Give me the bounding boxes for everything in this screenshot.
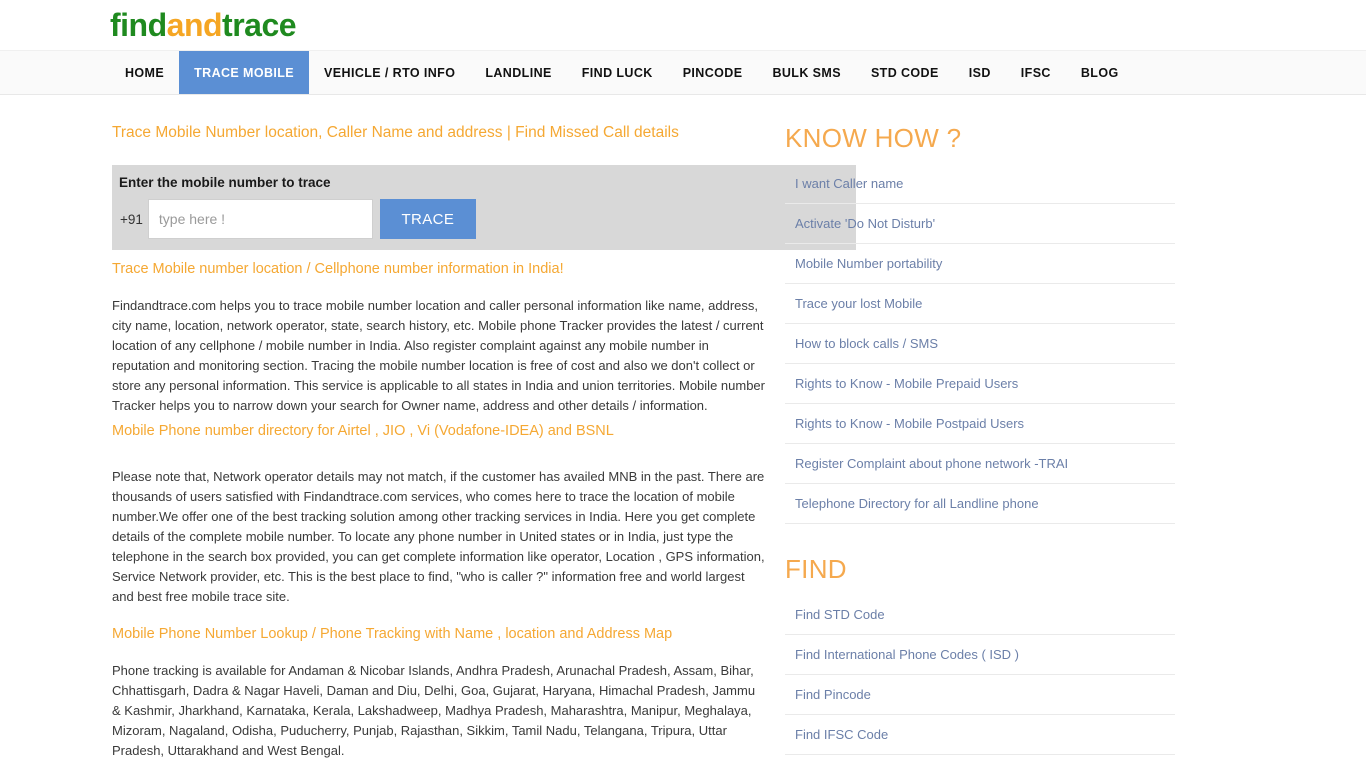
nav-item-vehicle-rto-info[interactable]: VEHICLE / RTO INFO [309, 51, 470, 94]
sidebar-link-number-portability[interactable]: Mobile Number portability [785, 244, 1175, 283]
section-heading-3: Mobile Phone Number Lookup / Phone Track… [112, 626, 673, 643]
site-logo[interactable]: findandtrace [110, 7, 297, 44]
page-title: Trace Mobile Number location, Caller Nam… [112, 124, 679, 141]
nav-item-bulk-sms[interactable]: BULK SMS [757, 51, 855, 94]
logo-part-and: and [166, 7, 223, 43]
trace-form-row: +91 TRACE [112, 199, 856, 250]
list-item: Activate 'Do Not Disturb' [785, 204, 1175, 244]
sidebar-link-find-isd-codes[interactable]: Find International Phone Codes ( ISD ) [785, 635, 1175, 674]
logo-part-trace: trace [222, 7, 297, 43]
logo-part-find: find [110, 7, 167, 43]
sidebar-link-find-std-code[interactable]: Find STD Code [785, 595, 1175, 634]
list-item: Register Complaint about phone network -… [785, 444, 1175, 484]
trace-button[interactable]: TRACE [379, 199, 476, 240]
nav-item-blog[interactable]: BLOG [1066, 51, 1134, 94]
country-code-label: +91 [120, 211, 143, 227]
nav-item-home[interactable]: HOME [110, 51, 179, 94]
sidebar-find-list: Find STD Code Find International Phone C… [785, 595, 1175, 755]
trace-form: Enter the mobile number to trace +91 TRA… [112, 165, 856, 251]
nav-item-isd[interactable]: ISD [954, 51, 1006, 94]
nav-item-std-code[interactable]: STD CODE [856, 51, 954, 94]
sidebar-find-title: FIND [785, 554, 847, 584]
sidebar-link-block-calls-sms[interactable]: How to block calls / SMS [785, 324, 1175, 363]
list-item: Mobile Number portability [785, 244, 1175, 284]
section-paragraph-3: Phone tracking is available for Andaman … [112, 662, 756, 758]
list-item: How to block calls / SMS [785, 324, 1175, 364]
list-item: Find IFSC Code [785, 715, 1175, 755]
sidebar-link-find-ifsc-code[interactable]: Find IFSC Code [785, 715, 1175, 754]
list-item: Rights to Know - Mobile Prepaid Users [785, 364, 1175, 404]
sidebar-link-do-not-disturb[interactable]: Activate 'Do Not Disturb' [785, 204, 1175, 243]
list-item: I want Caller name [785, 164, 1175, 204]
nav-item-pincode[interactable]: PINCODE [668, 51, 758, 94]
main-content: Trace Mobile Number location, Caller Nam… [0, 123, 856, 768]
nav-item-ifsc[interactable]: IFSC [1006, 51, 1066, 94]
section-paragraph-2: Please note that, Network operator detai… [112, 469, 765, 605]
sidebar-link-trace-lost-mobile[interactable]: Trace your lost Mobile [785, 284, 1175, 323]
nav-item-landline[interactable]: LANDLINE [470, 51, 566, 94]
nav-item-find-luck[interactable]: FIND LUCK [567, 51, 668, 94]
sidebar-link-rights-prepaid[interactable]: Rights to Know - Mobile Prepaid Users [785, 364, 1175, 403]
sidebar-link-caller-name[interactable]: I want Caller name [785, 164, 1175, 203]
section-paragraph-1: Findandtrace.com helps you to trace mobi… [112, 297, 765, 413]
trace-form-label: Enter the mobile number to trace [119, 175, 331, 191]
main-navigation: HOME TRACE MOBILE VEHICLE / RTO INFO LAN… [0, 50, 1366, 95]
list-item: Rights to Know - Mobile Postpaid Users [785, 404, 1175, 444]
nav-item-trace-mobile[interactable]: TRACE MOBILE [179, 51, 310, 94]
page-body: Trace Mobile Number location, Caller Nam… [0, 95, 1366, 768]
sidebar-link-find-pincode[interactable]: Find Pincode [785, 675, 1175, 714]
list-item: Trace your lost Mobile [785, 284, 1175, 324]
section-heading-1: Trace Mobile number location / Cellphone… [112, 261, 564, 278]
sidebar-know-how-title: KNOW HOW ? [785, 123, 962, 153]
sidebar: KNOW HOW ? I want Caller name Activate '… [775, 123, 1175, 768]
site-header: findandtrace [0, 0, 1366, 50]
sidebar-link-register-complaint-trai[interactable]: Register Complaint about phone network -… [785, 444, 1175, 483]
sidebar-link-telephone-directory[interactable]: Telephone Directory for all Landline pho… [785, 484, 1175, 523]
list-item: Find International Phone Codes ( ISD ) [785, 635, 1175, 675]
list-item: Find STD Code [785, 595, 1175, 635]
section-heading-2: Mobile Phone number directory for Airtel… [112, 422, 614, 439]
list-item: Find Pincode [785, 675, 1175, 715]
list-item: Telephone Directory for all Landline pho… [785, 484, 1175, 524]
sidebar-link-rights-postpaid[interactable]: Rights to Know - Mobile Postpaid Users [785, 404, 1175, 443]
sidebar-know-how-list: I want Caller name Activate 'Do Not Dist… [785, 164, 1175, 524]
mobile-number-input[interactable] [147, 199, 373, 240]
